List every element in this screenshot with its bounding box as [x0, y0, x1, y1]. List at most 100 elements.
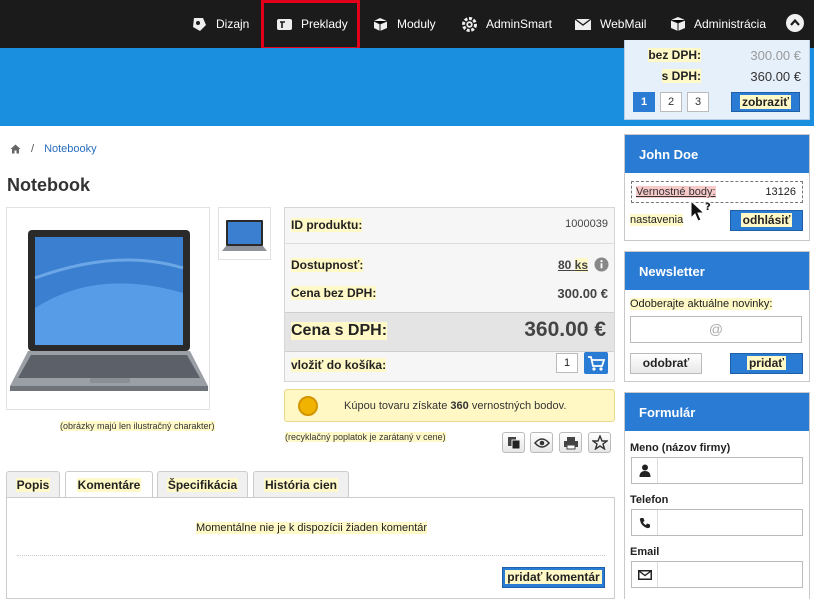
cart-page-3[interactable]: 3 — [687, 92, 709, 112]
user-name: John Doe — [625, 135, 809, 173]
comments-divider — [17, 555, 605, 556]
scroll-up-button[interactable] — [786, 14, 804, 32]
points-text-post: vernostných bodov. — [468, 400, 567, 412]
admin-menu-adminsmart[interactable]: AdminSmart — [461, 0, 552, 48]
points-text-value: 360 — [450, 400, 469, 412]
tab-specification[interactable]: Špecifikácia — [157, 471, 248, 497]
cart-no-vat-value: 300.00 € — [750, 48, 801, 63]
form-name-input[interactable] — [631, 457, 803, 484]
form-email-label: Email — [630, 546, 660, 558]
contact-form-box: Formulár Meno (názov firmy) Telefon Emai… — [624, 392, 810, 599]
coin-icon — [298, 396, 318, 416]
cart-vat-value: 360.00 € — [750, 69, 801, 84]
tab-price-history[interactable]: História cien — [253, 471, 349, 497]
cart-show-button[interactable]: zobraziť — [731, 92, 800, 112]
print-button[interactable] — [559, 432, 582, 453]
form-title: Formulár — [625, 393, 809, 431]
price-no-vat-value: 300.00 € — [557, 286, 608, 301]
laptop-image — [10, 230, 208, 391]
laptop-thumbnail-image — [222, 220, 267, 251]
cart-page-1[interactable]: 1 — [633, 92, 655, 112]
product-thumbnail[interactable] — [218, 207, 271, 260]
add-to-cart-button[interactable] — [584, 352, 608, 374]
newsletter-box: Newsletter Odoberajte aktuálne novinky: … — [624, 251, 810, 382]
form-phone-input[interactable] — [631, 509, 803, 536]
gear-icon — [462, 16, 477, 32]
add-comment-button-label: pridať komentár — [505, 570, 602, 584]
newsletter-title: Newsletter — [625, 252, 809, 290]
page-title: Notebook — [7, 175, 90, 195]
breadcrumb: / Notebooky — [10, 143, 97, 155]
no-comments-text: Momentálne nie je k dispozícii žiaden ko… — [195, 522, 428, 534]
admin-menu-modules[interactable]: Moduly — [372, 0, 436, 48]
recycling-fee-note: (recyklačný poplatok je zarátaný v cene) — [285, 432, 446, 442]
unsubscribe-button[interactable]: odobrať — [630, 353, 702, 374]
logout-button-label: odhlásiť — [740, 213, 793, 227]
user-icon — [632, 458, 658, 483]
logout-button[interactable]: odhlásiť — [730, 210, 803, 231]
tab-description-label: Popis — [15, 477, 51, 492]
cart-page-2[interactable]: 2 — [660, 92, 682, 112]
product-main-image[interactable] — [6, 207, 210, 410]
availability-value: 80 — [557, 258, 572, 272]
loyalty-points-text: Kúpou tovaru získate 360 vernostných bod… — [344, 400, 566, 412]
comments-panel: Momentálne nie je k dispozícii žiaden ko… — [6, 497, 615, 599]
product-id-value: 1000039 — [565, 218, 608, 230]
tab-comments-label: Komentáre — [76, 478, 142, 492]
price-vat-row: Cena s DPH: 360.00 € — [285, 312, 614, 352]
subscribe-button-label: pridať — [746, 356, 787, 370]
image-disclaimer: (obrázky majú len ilustračný charakter) — [60, 421, 215, 431]
printer-icon — [563, 436, 578, 449]
admin-menu-modules-label: Moduly — [397, 17, 436, 31]
form-email-input[interactable] — [631, 561, 803, 588]
info-divider — [285, 243, 614, 244]
info-icon[interactable] — [594, 257, 609, 272]
tab-specification-label: Špecifikácia — [166, 477, 239, 492]
settings-link[interactable]: nastavenia — [630, 214, 684, 226]
availability-label: Dostupnosť: — [291, 258, 364, 272]
admin-menu-adminsmart-label: AdminSmart — [486, 17, 553, 31]
quantity-input[interactable]: 1 — [556, 353, 578, 373]
cart-summary: bez DPH: 300.00 € s DPH: 360.00 € 1 2 3 … — [624, 40, 810, 120]
copy-icon — [507, 436, 520, 449]
add-comment-button[interactable]: pridať komentár — [502, 567, 605, 588]
admin-menu-design[interactable]: Dizajn — [191, 0, 249, 48]
tab-price-history-label: História cien — [263, 477, 339, 492]
add-to-cart-label: vložiť do košíka: — [291, 358, 387, 372]
price-vat-value: 360.00 € — [524, 318, 606, 341]
tab-description[interactable]: Popis — [6, 471, 60, 497]
availability-value-wrap[interactable]: 80 ks — [558, 258, 588, 272]
breadcrumb-link[interactable]: Notebooky — [44, 143, 97, 155]
cart-no-vat-label: bez DPH: — [648, 48, 701, 62]
envelope-icon — [632, 562, 658, 587]
cart-vat-label: s DPH: — [661, 69, 701, 83]
cubes-icon — [373, 17, 388, 31]
loyalty-points-field[interactable]: Vernostné body: 13126 — [631, 181, 803, 203]
tab-comments[interactable]: Komentáre — [65, 471, 153, 498]
breadcrumb-separator: / — [31, 143, 35, 155]
svg-text:?: ? — [705, 202, 711, 213]
loyalty-points-notice: Kúpou tovaru získate 360 vernostných bod… — [284, 389, 615, 422]
envelope-icon — [574, 17, 592, 30]
user-box: John Doe Vernostné body: 13126 nastaveni… — [624, 134, 810, 241]
chevron-up-icon — [790, 18, 800, 26]
cube-icon — [670, 17, 686, 31]
no-comments-message: Momentálne nie je k dispozícii žiaden ko… — [7, 522, 616, 534]
points-text-pre: Kúpou tovaru získate — [344, 400, 451, 412]
highlight-frame — [261, 0, 360, 50]
product-id-label: ID produktu: — [291, 218, 363, 232]
favorite-button[interactable] — [588, 432, 611, 453]
unsubscribe-button-label: odobrať — [642, 356, 690, 370]
admin-menu-webmail-label: WebMail — [600, 17, 647, 31]
home-icon[interactable] — [10, 144, 21, 154]
price-no-vat-label: Cena bez DPH: — [291, 286, 377, 300]
form-phone-label: Telefon — [630, 494, 669, 506]
availability-unit: ks — [574, 258, 588, 272]
cart-show-button-label: zobraziť — [739, 95, 792, 109]
compare-button[interactable] — [502, 432, 525, 453]
newsletter-email-input[interactable]: @ — [630, 316, 802, 343]
shopping-cart-icon — [588, 356, 606, 371]
subscribe-button[interactable]: pridať — [730, 353, 803, 374]
price-vat-label: Cena s DPH: — [291, 322, 388, 340]
preview-button[interactable] — [530, 432, 553, 453]
